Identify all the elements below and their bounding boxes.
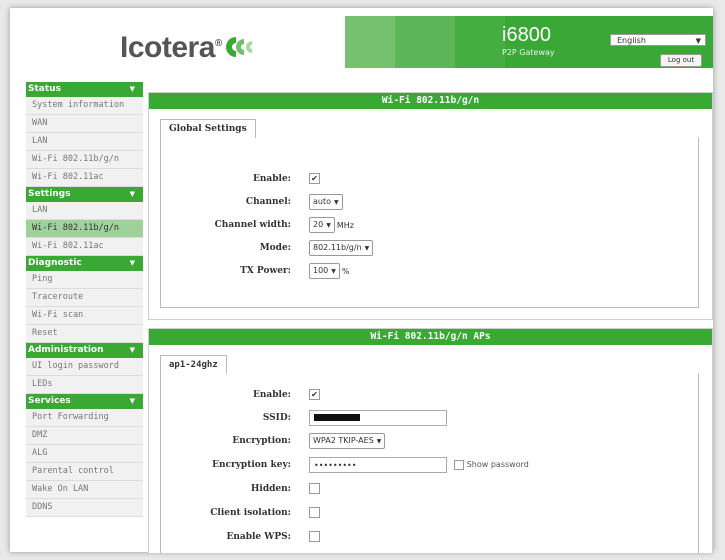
channel-width-select[interactable]: 20 ▼	[309, 217, 335, 233]
channel-width-row: Channel width: 20 ▼ MHz	[161, 217, 701, 233]
ssid-input[interactable]	[309, 410, 447, 426]
dropdown-arrow-icon: ▼	[326, 222, 331, 229]
language-select[interactable]: English ▼	[610, 34, 706, 46]
sidebar: Status ▼ System information WAN LAN Wi-Fi…	[26, 82, 143, 517]
channel-select[interactable]: auto ▼	[309, 194, 343, 210]
dropdown-arrow-icon: ▼	[331, 268, 336, 275]
hidden-checkbox[interactable]	[309, 483, 320, 494]
sidebar-item-reset[interactable]: Reset	[26, 325, 143, 343]
ap-enable-label: Enable:	[253, 390, 291, 400]
chevron-down-icon: ▼	[129, 397, 135, 405]
hidden-label: Hidden:	[250, 484, 291, 494]
sidebar-item-port-forwarding[interactable]: Port Forwarding	[26, 409, 143, 427]
sidebar-item-settings-lan[interactable]: LAN	[26, 202, 143, 220]
ssid-row: SSID:	[161, 410, 701, 426]
show-password-checkbox[interactable]	[453, 459, 464, 470]
sidebar-item-system-information[interactable]: System information	[26, 97, 143, 115]
tx-power-select[interactable]: 100 ▼	[309, 263, 340, 279]
dropdown-arrow-icon: ▼	[376, 438, 382, 445]
wifi-aps-panel: Wi-Fi 802.11b/g/n APs ap1-24ghz Enable: …	[148, 328, 713, 553]
ap-enable-checkbox[interactable]: ✔	[309, 389, 320, 400]
enable-wps-label: Enable WPS:	[226, 532, 291, 542]
ap-enable-row: Enable: ✔	[161, 387, 701, 403]
sidebar-item-dmz[interactable]: DMZ	[26, 427, 143, 445]
language-value: English	[617, 36, 646, 45]
channel-label: Channel:	[245, 197, 291, 207]
sidebar-item-ddns[interactable]: DDNS	[26, 499, 143, 517]
chevron-down-icon: ▼	[129, 259, 135, 267]
sidebar-item-wan[interactable]: WAN	[26, 115, 143, 133]
enable-label: Enable:	[253, 174, 291, 184]
panel-title: Wi-Fi 802.11b/g/n APs	[149, 329, 712, 345]
logout-button[interactable]: Log out	[660, 54, 702, 67]
sidebar-item-parental-control[interactable]: Parental control	[26, 463, 143, 481]
dropdown-arrow-icon: ▼	[364, 245, 370, 252]
enable-row: Enable: ✔	[161, 171, 701, 187]
redacted-value	[314, 414, 360, 421]
sidebar-item-ping[interactable]: Ping	[26, 271, 143, 289]
encryption-key-input[interactable]: •••••••••	[309, 457, 447, 473]
client-isolation-label: Client isolation:	[210, 508, 291, 518]
encryption-row: Encryption: WPA2 TKIP-AES ▼	[161, 433, 701, 449]
model-subtitle: P2P Gateway	[502, 48, 555, 57]
show-password-toggle[interactable]: Show password	[453, 457, 529, 473]
wifi-settings-panel: Wi-Fi 802.11b/g/n Global Settings Enable…	[148, 92, 713, 320]
client-isolation-row: Client isolation:	[161, 505, 701, 521]
sidebar-item-wake-on-lan[interactable]: Wake On LAN	[26, 481, 143, 499]
sidebar-section-settings[interactable]: Settings ▼	[26, 187, 143, 202]
sidebar-item-wifi-ac[interactable]: Wi-Fi 802.11ac	[26, 169, 143, 187]
tx-power-label: TX Power:	[240, 266, 291, 276]
mode-label: Mode:	[259, 243, 291, 253]
encryption-key-row: Encryption key: ••••••••• Show password	[161, 457, 701, 473]
chevron-down-icon: ▼	[129, 85, 135, 93]
encryption-key-label: Encryption key:	[212, 460, 291, 470]
enable-wps-row: Enable WPS:	[161, 529, 701, 545]
ssid-label: SSID:	[262, 413, 291, 423]
brand-logo-icon	[226, 37, 252, 57]
encryption-select[interactable]: WPA2 TKIP-AES ▼	[309, 433, 386, 449]
channel-row: Channel: auto ▼	[161, 194, 701, 210]
sidebar-item-wifi-scan[interactable]: Wi-Fi scan	[26, 307, 143, 325]
sidebar-item-wifi-bgn[interactable]: Wi-Fi 802.11b/g/n	[26, 151, 143, 169]
encryption-label: Encryption:	[232, 436, 291, 446]
tab-content: Enable: ✔ Channel: auto ▼ Channel width: …	[160, 137, 699, 308]
router-admin-window: Icotera® i6800 P2P Gateway English ▼ Log…	[10, 8, 713, 553]
header: Icotera® i6800 P2P Gateway English ▼ Log…	[10, 8, 713, 78]
panel-title: Wi-Fi 802.11b/g/n	[149, 93, 712, 109]
channel-width-label: Channel width:	[214, 220, 291, 230]
sidebar-item-settings-wifi-ac[interactable]: Wi-Fi 802.11ac	[26, 238, 143, 256]
sidebar-section-status[interactable]: Status ▼	[26, 82, 143, 97]
dropdown-arrow-icon: ▼	[334, 199, 339, 206]
sidebar-item-settings-wifi-bgn[interactable]: Wi-Fi 802.11b/g/n	[26, 220, 143, 238]
tx-power-unit: %	[341, 266, 350, 276]
mode-select[interactable]: 802.11b/g/n ▼	[309, 240, 374, 256]
enable-checkbox[interactable]: ✔	[309, 173, 320, 184]
channel-width-unit: MHz	[336, 220, 354, 230]
chevron-down-icon: ▼	[129, 346, 135, 354]
sidebar-item-leds[interactable]: LEDs	[26, 376, 143, 394]
hidden-row: Hidden:	[161, 481, 701, 497]
tx-power-row: TX Power: 100 ▼%	[161, 263, 701, 279]
sidebar-item-traceroute[interactable]: Traceroute	[26, 289, 143, 307]
chevron-down-icon: ▼	[129, 190, 135, 198]
tab-content: Enable: ✔ SSID: Encryption: WPA2 TKIP-AE…	[160, 373, 699, 553]
model-name: i6800	[502, 24, 551, 46]
sidebar-section-administration[interactable]: Administration ▼	[26, 343, 143, 358]
tab-ap1-24ghz[interactable]: ap1-24ghz	[160, 355, 227, 374]
sidebar-section-services[interactable]: Services ▼	[26, 394, 143, 409]
sidebar-item-alg[interactable]: ALG	[26, 445, 143, 463]
sidebar-section-diagnostic[interactable]: Diagnostic ▼	[26, 256, 143, 271]
mode-row: Mode: 802.11b/g/n ▼	[161, 240, 701, 256]
sidebar-item-lan[interactable]: LAN	[26, 133, 143, 151]
dropdown-arrow-icon: ▼	[695, 37, 701, 45]
brand-logo-text: Icotera®	[120, 31, 222, 64]
sidebar-item-ui-login-password[interactable]: UI login password	[26, 358, 143, 376]
enable-wps-checkbox[interactable]	[309, 531, 320, 542]
tab-global-settings[interactable]: Global Settings	[160, 119, 256, 138]
client-isolation-checkbox[interactable]	[309, 507, 320, 518]
